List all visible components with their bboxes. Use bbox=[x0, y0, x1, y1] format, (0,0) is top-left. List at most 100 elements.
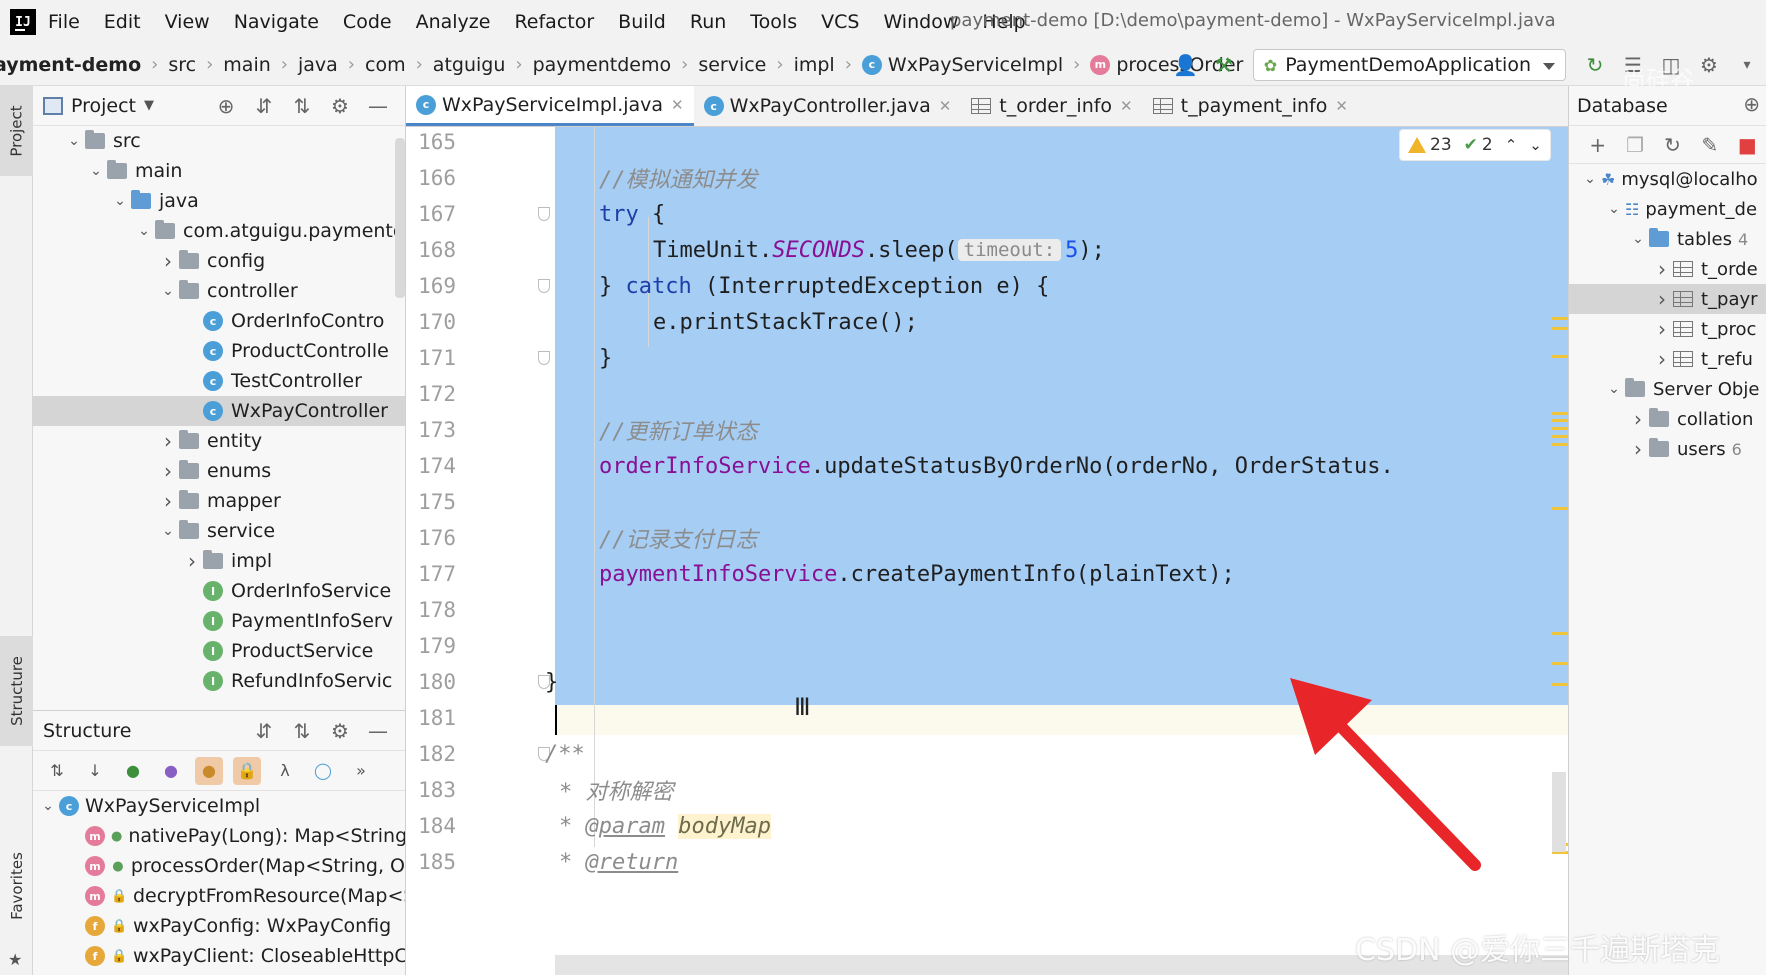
close-icon[interactable]: ✕ bbox=[1335, 97, 1348, 115]
line-number[interactable]: 175 bbox=[406, 484, 456, 520]
line-number[interactable]: 185 bbox=[406, 844, 456, 880]
warning-marker[interactable] bbox=[1552, 412, 1568, 415]
fold-marker-icon[interactable] bbox=[538, 351, 550, 365]
chevron-up-icon[interactable]: ⌃ bbox=[1505, 136, 1518, 154]
line-number[interactable]: 167 bbox=[406, 196, 456, 232]
rerun-icon[interactable]: ↻ bbox=[1581, 51, 1609, 79]
fold-marker-icon[interactable] bbox=[538, 279, 550, 293]
project-tree-item[interactable]: ⌄ java bbox=[33, 186, 405, 216]
favorites-tool-tab[interactable]: Favorites bbox=[0, 831, 33, 941]
line-number[interactable]: 182 bbox=[406, 736, 456, 772]
warning-marker[interactable] bbox=[1552, 507, 1568, 510]
breadcrumb-com[interactable]: com bbox=[365, 54, 406, 76]
project-tree-item[interactable]: ⌄ controller bbox=[33, 276, 405, 306]
tab-wxpayserviceimpl[interactable]: c WxPayServiceImpl.java ✕ bbox=[406, 86, 694, 126]
warning-marker[interactable] bbox=[1552, 317, 1568, 320]
project-tree-item[interactable]: ⌄ com.atguigu.paymentd bbox=[33, 216, 405, 246]
breadcrumb-paymentdemo[interactable]: paymentdemo bbox=[533, 54, 672, 76]
collapse-all-icon[interactable]: ⇅ bbox=[288, 717, 316, 745]
line-number[interactable]: 184 bbox=[406, 808, 456, 844]
close-icon[interactable]: ✕ bbox=[671, 96, 684, 114]
structure-item[interactable]: m 🔒 decryptFromResource(Map<S bbox=[33, 881, 405, 911]
code-editor[interactable]: 165 166 167 168 169 170 171 172 173 174 175 176 177 1… bbox=[406, 127, 1568, 975]
chevron-down-icon[interactable]: ⌄ bbox=[1529, 136, 1542, 154]
structure-root[interactable]: ⌄ c WxPayServiceImpl bbox=[33, 791, 405, 821]
show-non-public-icon[interactable]: 🔒 bbox=[233, 756, 261, 785]
database-tree-item[interactable]: › users 6 bbox=[1569, 434, 1766, 464]
project-panel-title[interactable]: Project bbox=[71, 95, 136, 117]
chevron-down-icon[interactable]: ⌄ bbox=[85, 163, 107, 179]
minimize-icon[interactable]: — bbox=[364, 717, 392, 745]
line-number[interactable]: 168 bbox=[406, 232, 456, 268]
structure-item[interactable]: m ● processOrder(Map<String, O bbox=[33, 851, 405, 881]
database-tree-item[interactable]: › collation bbox=[1569, 404, 1766, 434]
project-tree-item[interactable]: › enums bbox=[33, 456, 405, 486]
more-icon[interactable]: ▾ bbox=[1733, 51, 1761, 79]
chevron-right-icon[interactable]: › bbox=[1651, 317, 1673, 341]
globe-icon[interactable]: ⊕ bbox=[1743, 92, 1760, 116]
menu-refactor[interactable]: Refactor bbox=[514, 11, 594, 33]
line-number[interactable]: 177 bbox=[406, 556, 456, 592]
structure-tool-tab[interactable]: Structure bbox=[0, 636, 33, 746]
chevron-right-icon[interactable]: › bbox=[1651, 257, 1673, 281]
line-number[interactable]: 173 bbox=[406, 412, 456, 448]
warning-marker[interactable] bbox=[1552, 443, 1568, 446]
project-tree-item[interactable]: ⌄ src bbox=[33, 126, 405, 156]
database-tree-item[interactable]: ⌄ tables 4 bbox=[1569, 224, 1766, 254]
chevron-down-icon[interactable]: ⌄ bbox=[37, 798, 59, 814]
project-scrollbar[interactable] bbox=[395, 138, 405, 298]
line-number[interactable]: 178 bbox=[406, 592, 456, 628]
database-tree-item[interactable]: ⌄ Server Obje bbox=[1569, 374, 1766, 404]
warning-marker[interactable] bbox=[1552, 683, 1568, 686]
breadcrumb-atguigu[interactable]: atguigu bbox=[433, 54, 506, 76]
database-tree-item[interactable]: › t_refu bbox=[1569, 344, 1766, 374]
show-fields-icon[interactable]: ● bbox=[195, 756, 223, 785]
structure-item[interactable]: f 🔒 wxPayClient: CloseableHttpCli bbox=[33, 941, 405, 971]
line-number[interactable]: 170 bbox=[406, 304, 456, 340]
line-number[interactable]: 174 bbox=[406, 448, 456, 484]
chevron-down-icon[interactable]: ⌄ bbox=[157, 283, 179, 299]
close-icon[interactable]: ✕ bbox=[939, 97, 952, 115]
structure-item[interactable]: m ● nativePay(Long): Map<String, bbox=[33, 821, 405, 851]
line-number[interactable]: 179 bbox=[406, 628, 456, 664]
show-inherited-icon[interactable]: ● bbox=[119, 757, 147, 785]
chevron-right-icon[interactable]: › bbox=[1651, 347, 1673, 371]
chevron-down-icon[interactable]: ⌄ bbox=[1603, 201, 1625, 217]
database-tree-item[interactable]: › t_payr bbox=[1569, 284, 1766, 314]
chevron-down-icon[interactable]: ⌄ bbox=[109, 193, 131, 209]
line-number[interactable]: 171 bbox=[406, 340, 456, 376]
database-tree-item[interactable]: ⌄ ☘ mysql@localho bbox=[1569, 164, 1766, 194]
collapse-all-icon[interactable]: ⇅ bbox=[288, 92, 316, 120]
line-number[interactable]: 180 bbox=[406, 664, 456, 700]
menu-code[interactable]: Code bbox=[343, 11, 392, 33]
stop-icon[interactable]: ■ bbox=[1734, 131, 1761, 159]
profile-icon[interactable]: ⚙ bbox=[1695, 51, 1723, 79]
project-tree-item[interactable]: › entity bbox=[33, 426, 405, 456]
tab-wxpaycontroller[interactable]: c WxPayController.java ✕ bbox=[694, 86, 962, 126]
chevron-down-icon[interactable]: ⌄ bbox=[1627, 231, 1649, 247]
project-tree-item[interactable]: I PaymentInfoServ bbox=[33, 606, 405, 636]
refresh-icon[interactable]: ↻ bbox=[1659, 131, 1686, 159]
warning-marker[interactable] bbox=[1552, 419, 1568, 422]
line-number[interactable]: 166 bbox=[406, 160, 456, 196]
user-icon[interactable]: 👤 bbox=[1172, 51, 1200, 79]
editor-scroll-thumb[interactable] bbox=[1552, 772, 1566, 852]
database-tree-item[interactable]: › t_proc bbox=[1569, 314, 1766, 344]
inspection-widget[interactable]: 23 ✔ 2 ⌃ ⌄ bbox=[1399, 129, 1551, 161]
menu-edit[interactable]: Edit bbox=[104, 11, 141, 33]
project-tree-item[interactable]: I OrderInfoService bbox=[33, 576, 405, 606]
project-tree-item[interactable]: c WxPayController bbox=[33, 396, 405, 426]
project-tree-item[interactable]: ⌄ main bbox=[33, 156, 405, 186]
breadcrumb-service[interactable]: service bbox=[698, 54, 766, 76]
warning-marker[interactable] bbox=[1552, 355, 1568, 358]
structure-item[interactable]: f 🔒 wxPayConfig: WxPayConfig bbox=[33, 911, 405, 941]
error-stripe[interactable] bbox=[1550, 127, 1568, 975]
chevron-right-icon[interactable]: › bbox=[1651, 287, 1673, 311]
database-tree-item[interactable]: ⌄ ☷ payment_de bbox=[1569, 194, 1766, 224]
show-lambdas-icon[interactable]: λ bbox=[271, 757, 299, 785]
database-tree-item[interactable]: › t_orde bbox=[1569, 254, 1766, 284]
line-number[interactable]: 172 bbox=[406, 376, 456, 412]
breadcrumb-class[interactable]: c WxPayServiceImpl bbox=[861, 54, 1063, 76]
line-number[interactable]: 181 bbox=[406, 700, 456, 736]
breadcrumb-java[interactable]: java bbox=[298, 54, 338, 76]
